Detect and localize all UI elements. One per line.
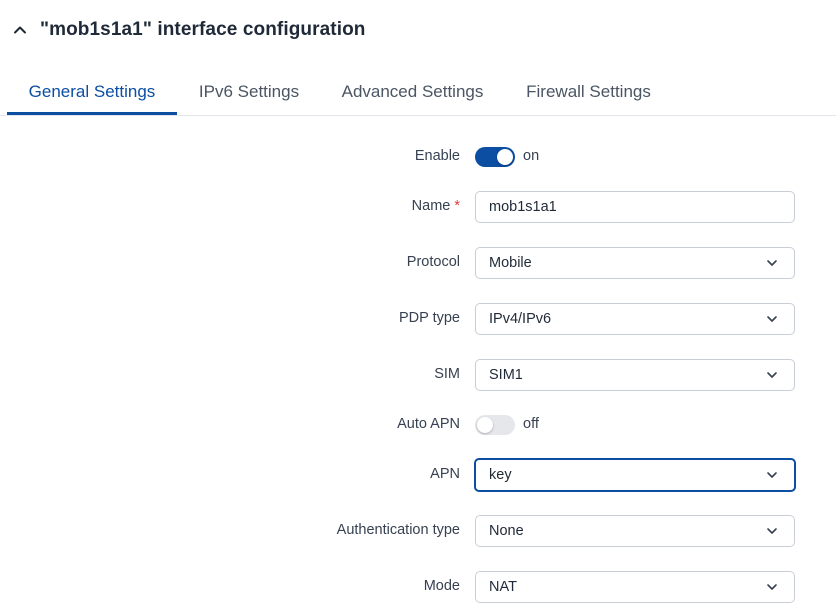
name-input-value: mob1s1a1 (489, 199, 557, 215)
toggle-knob (477, 417, 493, 433)
auth-type-select[interactable]: None (475, 515, 795, 547)
sim-label: SIM (434, 366, 460, 382)
toggle-knob (497, 149, 513, 165)
chevron-down-icon (767, 260, 777, 266)
enable-toggle[interactable] (475, 147, 515, 167)
sim-select[interactable]: SIM1 (475, 359, 795, 391)
enable-state-text: on (523, 148, 540, 164)
apn-label: APN (430, 466, 460, 482)
enable-label: Enable (414, 148, 460, 164)
auth-type-label: Authentication type (336, 522, 460, 538)
auth-type-value: None (489, 523, 524, 539)
tab-general-settings[interactable]: General Settings (7, 70, 177, 115)
protocol-select[interactable]: Mobile (475, 247, 795, 279)
mode-label: Mode (423, 578, 460, 594)
chevron-down-icon (767, 584, 777, 590)
name-label: Name * (412, 198, 460, 214)
auto-apn-label: Auto APN (397, 416, 460, 432)
mode-value: NAT (489, 579, 517, 595)
pdp-type-select[interactable]: IPv4/IPv6 (475, 303, 795, 335)
mode-select[interactable]: NAT (475, 571, 795, 603)
auto-apn-state-text: off (523, 416, 539, 432)
chevron-down-icon (767, 472, 777, 478)
chevron-down-icon (767, 372, 777, 378)
page-title: "mob1s1a1" interface configuration (40, 19, 366, 40)
name-label-text: Name (411, 198, 451, 214)
apn-value: key (489, 467, 512, 483)
tab-advanced-settings[interactable]: Advanced Settings (330, 70, 495, 114)
tab-firewall-settings[interactable]: Firewall Settings (515, 70, 662, 114)
chevron-down-icon (767, 316, 777, 322)
section-header: "mob1s1a1" interface configuration (0, 0, 836, 62)
chevron-up-icon[interactable] (13, 23, 27, 37)
auto-apn-toggle[interactable] (475, 415, 515, 435)
name-input[interactable]: mob1s1a1 (475, 191, 795, 223)
sim-value: SIM1 (489, 367, 523, 383)
chevron-down-icon (767, 528, 777, 534)
tab-ipv6-settings[interactable]: IPv6 Settings (186, 70, 312, 114)
tab-bar: General Settings IPv6 Settings Advanced … (0, 70, 836, 116)
protocol-label: Protocol (406, 254, 460, 270)
protocol-value: Mobile (489, 255, 532, 271)
pdp-type-label: PDP type (399, 310, 460, 326)
apn-select[interactable]: key (474, 458, 796, 492)
required-mark: * (454, 198, 460, 214)
pdp-type-value: IPv4/IPv6 (489, 311, 552, 327)
